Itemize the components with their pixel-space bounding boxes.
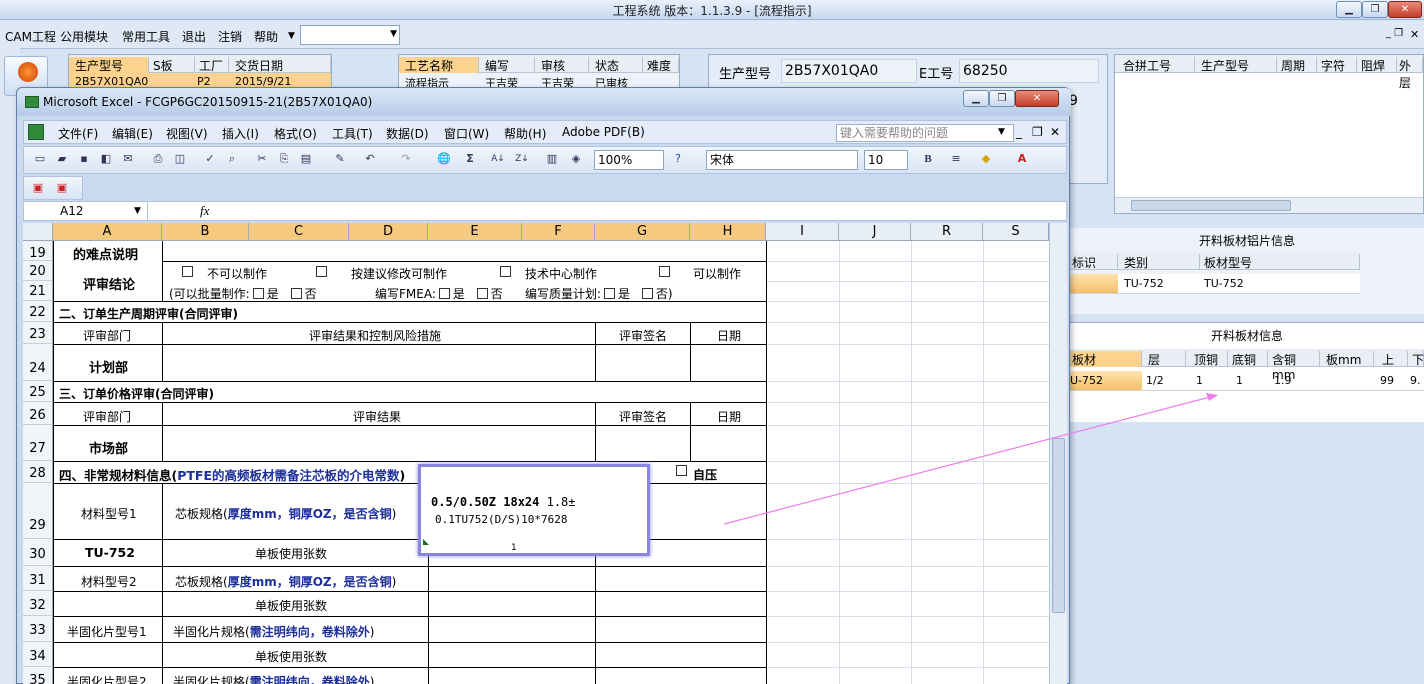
pointer-arrow bbox=[723, 393, 1218, 525]
